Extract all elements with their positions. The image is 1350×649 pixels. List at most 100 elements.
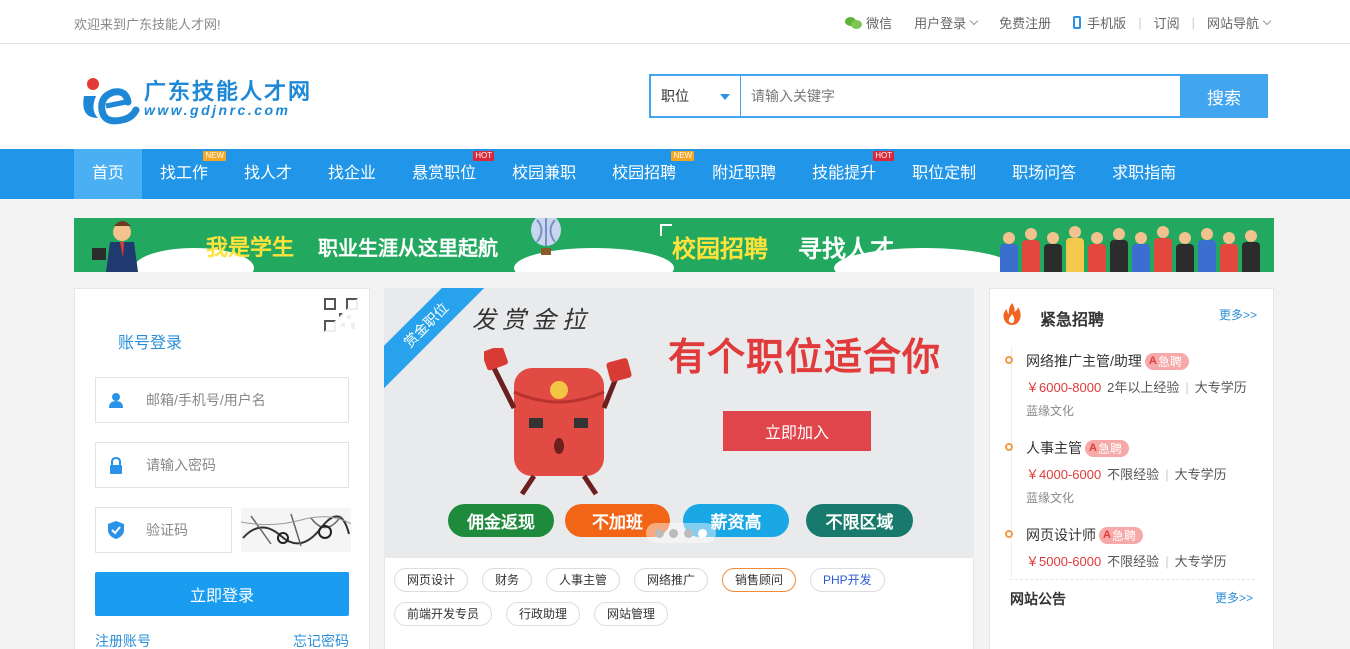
- urgent-more-link[interactable]: 更多>>: [1219, 306, 1257, 323]
- search-category-select[interactable]: 职位: [651, 76, 741, 116]
- crowd-figure: [1220, 232, 1238, 272]
- mobile-link[interactable]: 手机版: [1073, 13, 1126, 32]
- job-tag[interactable]: PHP开发: [810, 568, 885, 592]
- user-login-dropdown[interactable]: 用户登录: [914, 13, 979, 32]
- register-account-link[interactable]: 注册账号: [95, 631, 151, 649]
- job-tag[interactable]: 网站管理: [594, 602, 669, 626]
- divider: |: [1191, 15, 1195, 30]
- header: 广东技能人才网 www.gdjnrc.com 职位 搜索: [0, 44, 1350, 149]
- nav-item-campus-recruit[interactable]: 校园招聘 NEW: [594, 149, 695, 199]
- banner-text-find-talent: 寻找人才: [798, 236, 894, 263]
- job-tag[interactable]: 人事主管: [546, 568, 621, 592]
- job-title-link[interactable]: 网络推广主管/助理 A 急聘: [1026, 351, 1189, 371]
- nav-item-find-company[interactable]: 找企业: [310, 149, 394, 199]
- slider-dot[interactable]: [669, 528, 679, 538]
- captcha-field[interactable]: 验证码: [95, 507, 232, 553]
- red-envelope-mascot: [484, 348, 632, 496]
- job-tag[interactable]: 前端开发专员: [394, 602, 493, 626]
- crowd-figure: [1198, 228, 1216, 272]
- nav-item-campus-parttime[interactable]: 校园兼职: [494, 149, 594, 199]
- nav-item-find-talent[interactable]: 找人才: [226, 149, 310, 199]
- register-link[interactable]: 免费注册: [999, 13, 1051, 32]
- banner-text-career: 职业生涯从这里起航: [318, 238, 498, 260]
- company-name[interactable]: 蓝缘文化: [1026, 402, 1074, 419]
- nav-item-find-job[interactable]: 找工作 NEW: [142, 149, 227, 199]
- company-name[interactable]: 蓝缘文化: [1026, 489, 1074, 506]
- nav-item-skill-up[interactable]: 技能提升 HOT: [794, 149, 895, 199]
- divider: [1010, 579, 1255, 580]
- crowd-figure: [1154, 226, 1172, 272]
- nav-item-workplace-qa[interactable]: 职场问答: [994, 149, 1094, 199]
- search-button[interactable]: 搜索: [1180, 74, 1268, 118]
- captcha-image[interactable]: [241, 508, 351, 552]
- urgent-badge: A 急聘: [1099, 526, 1143, 544]
- pill-commission: 佣金返现: [448, 504, 554, 537]
- site-logo[interactable]: 广东技能人才网 www.gdjnrc.com: [76, 72, 336, 132]
- nav-item-nearby-jobs[interactable]: 附近职聘: [694, 149, 794, 199]
- search-input[interactable]: [741, 76, 1180, 116]
- forgot-password-link[interactable]: 忘记密码: [293, 631, 349, 649]
- slider-dot[interactable]: [683, 528, 693, 538]
- top-bar: 欢迎来到广东技能人才网! 微信 用户登录 免费注册 手机版 | 订阅 | 网站导…: [0, 0, 1350, 44]
- chevron-down-icon: [1262, 16, 1272, 26]
- handwriting-text: 发赏金拉: [472, 306, 592, 334]
- urgent-jobs-panel: 紧急招聘 更多>> 网络推广主管/助理 A 急聘 ￥6000-8000 2年以上经验 |…: [989, 288, 1274, 649]
- job-title-link[interactable]: 网页设计师 A 急聘: [1026, 525, 1143, 545]
- nav-item-home[interactable]: 首页: [74, 149, 143, 199]
- nav-item-job-guide[interactable]: 求职指南: [1094, 149, 1194, 199]
- notice-more-link[interactable]: 更多>>: [1215, 589, 1253, 606]
- job-meta: ￥6000-8000 2年以上经验 | 大专学历: [1026, 380, 1247, 395]
- urgent-job-item: 网页设计师 A 急聘 ￥5000-6000 不限经验 | 大专学历: [1005, 525, 1260, 575]
- divider: |: [1138, 15, 1142, 30]
- banner-text-student: 我是学生: [206, 235, 295, 260]
- timeline-bullet: [1005, 356, 1013, 364]
- shield-check-icon: [96, 521, 136, 539]
- username-field[interactable]: 邮箱/手机号/用户名: [95, 377, 349, 423]
- search-bar: 职位 搜索: [649, 74, 1268, 118]
- nav-item-bounty-jobs[interactable]: 悬赏职位 HOT: [394, 149, 495, 199]
- timeline-bullet: [1005, 443, 1013, 451]
- wechat-link[interactable]: 微信: [845, 13, 892, 32]
- join-now-button[interactable]: 立即加入: [723, 411, 871, 451]
- subscribe-link[interactable]: 订阅: [1154, 13, 1180, 32]
- site-nav-dropdown[interactable]: 网站导航: [1207, 13, 1272, 32]
- job-tag[interactable]: 网页设计: [394, 568, 469, 592]
- job-meta: ￥4000-6000 不限经验 | 大专学历: [1026, 467, 1227, 482]
- wechat-icon: [845, 16, 863, 30]
- job-title-link[interactable]: 人事主管 A 急聘: [1026, 438, 1129, 458]
- phone-icon: [1073, 16, 1082, 29]
- login-panel: 账号登录 邮箱/手机号/用户名 请输入密码 验证码 立即登录 注册账号 忘记密码: [74, 288, 370, 649]
- password-field[interactable]: 请输入密码: [95, 442, 349, 488]
- job-tag-highlighted[interactable]: 销售顾问: [722, 568, 797, 592]
- urgent-title: 紧急招聘: [1040, 312, 1105, 329]
- user-icon: [96, 392, 136, 408]
- new-badge: NEW: [203, 151, 227, 161]
- urgent-mark-icon: A: [1103, 529, 1111, 541]
- job-tag[interactable]: 行政助理: [506, 602, 581, 626]
- banner-text-campus: 校园招聘: [672, 236, 768, 263]
- hot-air-balloon-icon: [531, 218, 561, 255]
- crowd-figure: [1088, 232, 1106, 272]
- site-domain: www.gdjnrc.com: [144, 102, 291, 118]
- slider-dot-active[interactable]: [698, 528, 708, 538]
- slider-dot[interactable]: [654, 528, 664, 538]
- promo-slider[interactable]: 赏金职位 发赏金拉 有个职位适合你 立即加入 佣金返现 不加班 薪资高 不限区域: [384, 288, 974, 558]
- crowd-figure: [1066, 226, 1084, 272]
- bracket-decor: [660, 224, 672, 236]
- urgent-job-item: 人事主管 A 急聘 ￥4000-6000 不限经验 | 大专学历 蓝缘文化: [1005, 438, 1260, 508]
- notice-title: 网站公告: [1010, 591, 1066, 607]
- fire-icon: [1003, 303, 1021, 325]
- crowd-figure: [1132, 232, 1150, 272]
- job-tag[interactable]: 财务: [482, 568, 533, 592]
- campus-banner[interactable]: 我是学生 职业生涯从这里起航 校园招聘 寻找人才: [74, 218, 1274, 272]
- login-title: 账号登录: [118, 335, 183, 352]
- welcome-text: 欢迎来到广东技能人才网!: [74, 17, 221, 32]
- nav-item-job-custom[interactable]: 职位定制: [894, 149, 994, 199]
- pill-any-region: 不限区域: [806, 504, 913, 537]
- login-button[interactable]: 立即登录: [95, 572, 349, 616]
- job-tag[interactable]: 网络推广: [634, 568, 709, 592]
- timeline-bullet: [1005, 530, 1013, 538]
- qr-code-icon[interactable]: [323, 297, 359, 333]
- urgent-badge: A 急聘: [1144, 352, 1189, 370]
- lock-icon: [96, 456, 136, 474]
